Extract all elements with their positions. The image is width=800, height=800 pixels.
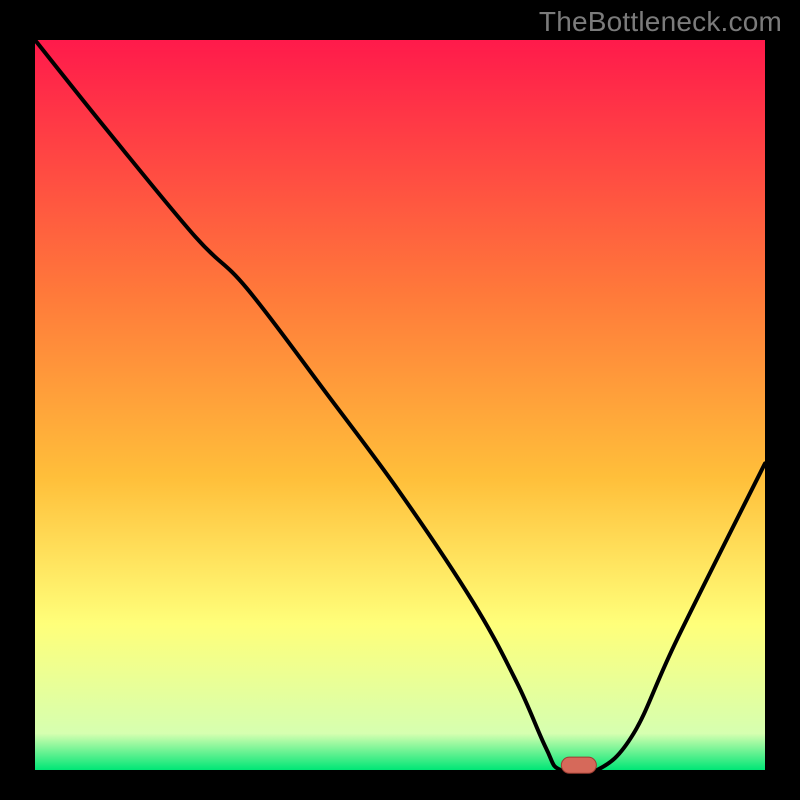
watermark-label: TheBottleneck.com bbox=[539, 6, 782, 38]
optimal-marker bbox=[561, 757, 596, 773]
plot-background bbox=[35, 40, 765, 770]
chart-frame: TheBottleneck.com bbox=[0, 0, 800, 800]
bottleneck-plot bbox=[0, 0, 800, 800]
